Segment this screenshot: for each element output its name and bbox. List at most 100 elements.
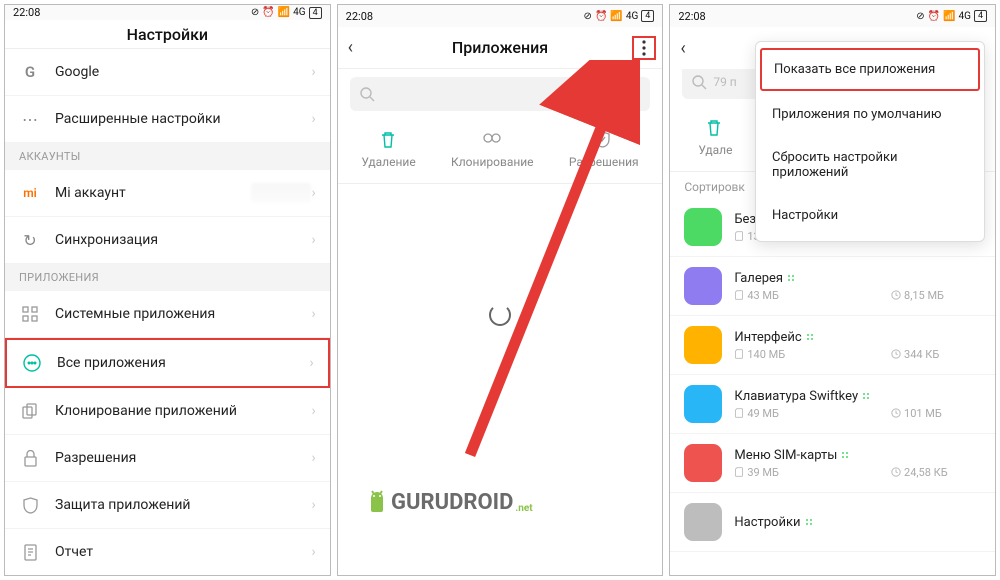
loading-spinner bbox=[489, 304, 511, 326]
row-app-protection[interactable]: Защита приложений › bbox=[5, 482, 330, 529]
app-cache: 24,58 КБ bbox=[891, 466, 981, 479]
app-name: Меню SIM-карты bbox=[734, 448, 981, 463]
back-button[interactable]: ‹ bbox=[680, 38, 685, 59]
chevron-right-icon: › bbox=[311, 403, 315, 419]
network-label: 4G bbox=[293, 7, 305, 18]
row-label: Клонирование приложений bbox=[55, 403, 311, 419]
row-system-apps[interactable]: Системные приложения › bbox=[5, 291, 330, 338]
row-label: Все приложения bbox=[57, 355, 309, 371]
titlebar-apps: ‹ Приложения bbox=[338, 27, 663, 69]
statusbar: 22:08 ⊘ ⏰ 📶 4G 4 bbox=[670, 5, 995, 27]
running-indicator-icon bbox=[862, 391, 872, 401]
status-time: 22:08 bbox=[678, 10, 705, 23]
search-input[interactable] bbox=[350, 77, 651, 111]
lock-icon bbox=[19, 447, 41, 469]
statusbar: 22:08 ⊘ ⏰ 📶 4G 4 bbox=[5, 5, 330, 20]
shield-check-icon bbox=[595, 131, 613, 149]
section-accounts: АККАУНТЫ bbox=[5, 143, 330, 170]
row-label: Mi аккаунт bbox=[55, 185, 251, 201]
app-icon bbox=[684, 503, 722, 541]
chip-label: Удаление bbox=[361, 155, 415, 169]
page-title: Приложения bbox=[452, 38, 548, 57]
row-report[interactable]: Отчет › bbox=[5, 529, 330, 575]
mi-icon: mi bbox=[19, 182, 41, 204]
app-meta: 49 МБ 101 МБ bbox=[734, 407, 981, 420]
row-advanced-settings[interactable]: ⋯ Расширенные настройки › bbox=[5, 96, 330, 143]
row-permissions[interactable]: Разрешения › bbox=[5, 435, 330, 482]
chip-permissions[interactable]: Разрешения bbox=[569, 131, 639, 169]
running-indicator-icon bbox=[787, 273, 797, 283]
alarm-icon: ⏰ bbox=[595, 11, 607, 22]
signal-icon: 📶 bbox=[278, 7, 290, 18]
network-label: 4G bbox=[959, 11, 971, 22]
dnd-icon: ⊘ bbox=[584, 11, 592, 22]
app-list: Безопасность 132 МБ 799 КБГалерея 43 МБ … bbox=[670, 198, 995, 552]
sync-icon: ↻ bbox=[19, 229, 41, 251]
chip-label: Разрешения bbox=[569, 155, 639, 169]
dropdown-show-all[interactable]: Показать все приложения bbox=[760, 48, 980, 91]
chevron-right-icon: › bbox=[311, 64, 315, 80]
chip-clone[interactable]: Клонирование bbox=[451, 131, 534, 169]
dropdown-reset[interactable]: Сбросить настройки приложений bbox=[756, 136, 984, 194]
clone-icon bbox=[483, 131, 501, 149]
signal-icon: 📶 bbox=[943, 11, 955, 22]
chip-label: Удале bbox=[698, 143, 732, 157]
status-time: 22:08 bbox=[13, 6, 40, 19]
blurred-value bbox=[251, 183, 311, 203]
row-label: Отчет bbox=[55, 544, 311, 560]
app-row[interactable]: Галерея 43 МБ 8,15 МБ bbox=[670, 257, 995, 316]
section-apps: ПРИЛОЖЕНИЯ bbox=[5, 264, 330, 291]
row-sync[interactable]: ↻ Синхронизация › bbox=[5, 217, 330, 264]
app-icon bbox=[684, 208, 722, 246]
alarm-icon: ⏰ bbox=[928, 11, 940, 22]
app-meta: 39 МБ 24,58 КБ bbox=[734, 466, 981, 479]
all-apps-icon bbox=[21, 352, 43, 374]
chip-delete[interactable]: Удаление bbox=[361, 131, 415, 169]
app-size: 43 МБ bbox=[734, 289, 891, 302]
app-cache: 8,15 МБ bbox=[891, 289, 981, 302]
page-title: Настройки bbox=[127, 25, 208, 44]
chevron-right-icon: › bbox=[311, 306, 315, 322]
row-google[interactable]: G Google › bbox=[5, 49, 330, 96]
grid-icon bbox=[19, 303, 41, 325]
chevron-right-icon: › bbox=[311, 450, 315, 466]
signal-icon: 📶 bbox=[610, 11, 622, 22]
app-row[interactable]: Клавиатура Swiftkey 49 МБ 101 МБ bbox=[670, 375, 995, 434]
app-row[interactable]: Настройки bbox=[670, 493, 995, 552]
row-mi-account[interactable]: mi Mi аккаунт › bbox=[5, 170, 330, 217]
running-indicator-icon bbox=[806, 332, 816, 342]
app-row[interactable]: Меню SIM-карты 39 МБ 24,58 КБ bbox=[670, 434, 995, 493]
row-cloning[interactable]: Клонирование приложений › bbox=[5, 388, 330, 435]
row-label: Google bbox=[55, 64, 311, 80]
row-label: Системные приложения bbox=[55, 306, 311, 322]
overflow-dropdown: Показать все приложения Приложения по ум… bbox=[755, 41, 985, 242]
dropdown-settings[interactable]: Настройки bbox=[756, 194, 984, 237]
shield-icon bbox=[19, 494, 41, 516]
dropdown-default-apps[interactable]: Приложения по умолчанию bbox=[756, 93, 984, 136]
action-bar: Удаление Клонирование Разрешения bbox=[338, 119, 663, 184]
alarm-icon: ⏰ bbox=[262, 7, 274, 18]
battery-icon: 4 bbox=[974, 10, 987, 22]
more-icon: ⋯ bbox=[19, 108, 41, 130]
dnd-icon: ⊘ bbox=[916, 11, 924, 22]
titlebar-settings: Настройки bbox=[5, 20, 330, 49]
dnd-icon: ⊘ bbox=[251, 7, 259, 18]
report-icon bbox=[19, 541, 41, 563]
status-indicators: ⊘ ⏰ 📶 4G 4 bbox=[916, 10, 987, 22]
row-all-apps[interactable]: Все приложения › bbox=[5, 338, 330, 388]
app-size: 39 МБ bbox=[734, 466, 891, 479]
overflow-menu-button[interactable] bbox=[632, 36, 656, 60]
statusbar: 22:08 ⊘ ⏰ 📶 4G 4 bbox=[338, 5, 663, 27]
back-button[interactable]: ‹ bbox=[348, 37, 353, 58]
chip-delete[interactable]: Удале bbox=[698, 119, 732, 157]
clone-icon bbox=[19, 400, 41, 422]
app-cache: 344 КБ bbox=[891, 348, 981, 361]
row-label: Синхронизация bbox=[55, 232, 311, 248]
row-label: Разрешения bbox=[55, 450, 311, 466]
battery-icon: 4 bbox=[309, 7, 322, 19]
chevron-right-icon: › bbox=[311, 497, 315, 513]
chevron-right-icon: › bbox=[311, 185, 315, 201]
app-icon bbox=[684, 385, 722, 423]
app-name: Настройки bbox=[734, 515, 981, 530]
app-row[interactable]: Интерфейс 140 МБ 344 КБ bbox=[670, 316, 995, 375]
